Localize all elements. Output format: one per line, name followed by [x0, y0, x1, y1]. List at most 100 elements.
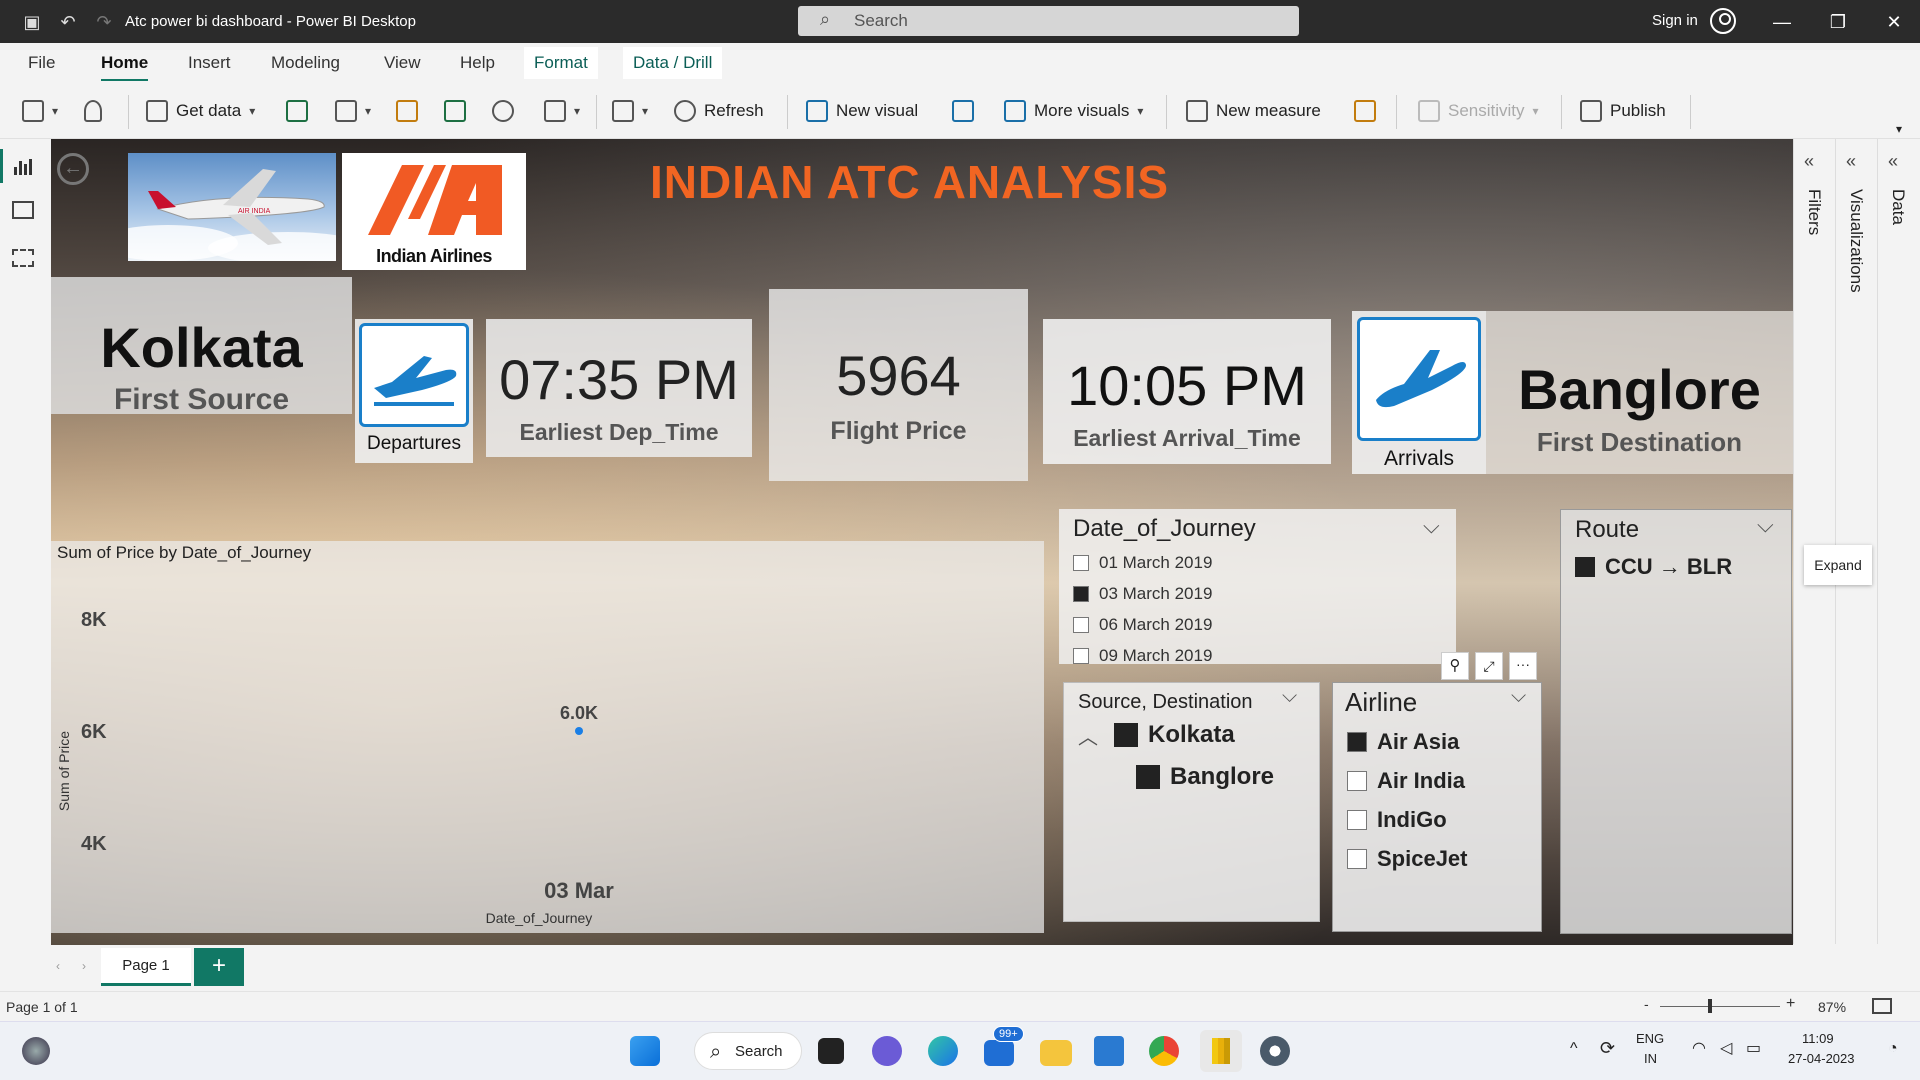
double-chevron-left-icon[interactable]: « — [1888, 151, 1898, 172]
recent-sources-button[interactable]: ▾ — [544, 97, 580, 125]
table-view-icon[interactable] — [12, 201, 34, 219]
visualizations-pane[interactable]: « Visualizations — [1835, 139, 1873, 944]
windows-start-icon[interactable] — [630, 1036, 660, 1066]
paste-button[interactable]: ▾ — [22, 97, 58, 125]
new-measure-button[interactable]: New measure — [1186, 97, 1321, 125]
chevron-up-icon[interactable]: ^ — [1570, 1040, 1578, 1058]
undo-icon[interactable]: ↶ — [56, 10, 80, 34]
airline-slicer-item[interactable]: IndiGo — [1347, 807, 1447, 833]
sign-in-link[interactable]: Sign in — [1652, 12, 1698, 29]
sync-icon[interactable]: ⟳ — [1600, 1038, 1615, 1059]
clock-time[interactable]: 11:09 — [1802, 1031, 1834, 1046]
restore-button[interactable]: ❐ — [1818, 8, 1858, 36]
vscode-icon[interactable] — [1094, 1036, 1124, 1066]
taskbar-search[interactable]: Search — [694, 1032, 802, 1071]
source-item[interactable]: Kolkata — [1114, 721, 1235, 749]
tab-insert[interactable]: Insert — [188, 53, 231, 73]
quick-measure-button[interactable] — [1354, 97, 1376, 125]
get-data-button[interactable]: Get data ▾ — [146, 97, 255, 125]
chevron-down-icon[interactable]: ⌵ — [1282, 685, 1297, 708]
filters-pane[interactable]: « Filters — [1793, 139, 1831, 944]
format-painter-button[interactable] — [84, 97, 102, 125]
save-icon[interactable]: ▣ — [20, 10, 44, 34]
publish-button[interactable]: Publish — [1580, 97, 1666, 125]
edge-icon[interactable] — [928, 1036, 958, 1066]
double-chevron-left-icon[interactable]: « — [1804, 151, 1814, 172]
price-chart[interactable]: Sum of Price by Date_of_Journey Sum of P… — [51, 541, 1044, 933]
new-visual-button[interactable]: New visual — [806, 97, 918, 125]
mail-icon[interactable] — [984, 1040, 1014, 1066]
language-code[interactable]: ENG — [1636, 1031, 1664, 1046]
checkbox-checked[interactable] — [1073, 586, 1089, 602]
chevron-down-icon[interactable]: ⌵ — [1757, 512, 1774, 538]
date-slicer-item[interactable]: 06 March 2019 — [1073, 615, 1212, 635]
wifi-icon[interactable]: ◠ — [1692, 1038, 1706, 1058]
route-slicer[interactable]: Route ⌵ CCU → BLR — [1560, 509, 1792, 934]
zoom-in-button[interactable]: + — [1786, 995, 1795, 1013]
checkbox-checked[interactable] — [1575, 557, 1595, 577]
destination-item[interactable]: Banglore — [1136, 763, 1274, 791]
task-view-icon[interactable] — [818, 1038, 844, 1064]
tab-data-drill[interactable]: Data / Drill — [623, 47, 723, 79]
enter-data-button[interactable] — [444, 97, 466, 125]
file-explorer-icon[interactable] — [1040, 1040, 1072, 1066]
chevron-right-icon[interactable]: › — [82, 959, 86, 973]
focus-mode-icon[interactable]: ⤢ — [1475, 652, 1503, 680]
user-icon[interactable] — [1710, 8, 1736, 34]
checkbox[interactable] — [1073, 555, 1089, 571]
airline-slicer-item[interactable]: SpiceJet — [1347, 846, 1468, 872]
text-box-button[interactable] — [952, 97, 974, 125]
zoom-out-button[interactable]: - — [1644, 996, 1649, 1012]
checkbox-checked[interactable] — [1347, 732, 1367, 752]
dataflow-button[interactable]: ▾ — [335, 97, 371, 125]
tab-modeling[interactable]: Modeling — [271, 53, 340, 73]
transform-data-button[interactable]: ▾ — [612, 97, 648, 125]
airline-slicer-item[interactable]: Air India — [1347, 768, 1465, 794]
weather-icon[interactable] — [22, 1037, 50, 1065]
report-view-icon[interactable] — [0, 149, 38, 183]
tab-view[interactable]: View — [384, 53, 421, 73]
date-slicer-item[interactable]: 03 March 2019 — [1073, 584, 1212, 604]
airline-slicer[interactable]: Airline ⌵ Air Asia Air India IndiGo SpiceJe… — [1332, 682, 1542, 932]
tab-format[interactable]: Format — [524, 47, 598, 79]
filter-icon[interactable]: ⚲ — [1441, 652, 1469, 680]
page-tab[interactable]: Page 1 — [101, 948, 191, 986]
data-point[interactable] — [575, 727, 583, 735]
more-options-icon[interactable]: ··· — [1509, 652, 1537, 680]
source-dest-slicer[interactable]: Source, Destination ⌵ ︿ Kolkata Banglore — [1063, 682, 1320, 922]
add-page-button[interactable]: + — [194, 948, 244, 986]
close-button[interactable]: ✕ — [1874, 8, 1914, 36]
route-item[interactable]: CCU → BLR — [1575, 554, 1732, 580]
zoom-slider-thumb[interactable] — [1708, 999, 1712, 1013]
date-slicer-item[interactable]: 09 March 2019 — [1073, 646, 1212, 664]
sensitivity-button[interactable]: Sensitivity ▾ — [1418, 97, 1539, 125]
minimize-button[interactable]: — — [1762, 8, 1802, 36]
dataverse-button[interactable] — [492, 97, 514, 125]
chevron-down-icon[interactable]: ⌵ — [1423, 513, 1440, 539]
date-slicer[interactable]: Date_of_Journey ⌵ 01 March 2019 03 March … — [1059, 509, 1456, 664]
date-slicer-item[interactable]: 01 March 2019 — [1073, 553, 1212, 573]
model-view-icon[interactable] — [12, 249, 34, 267]
airline-slicer-item[interactable]: Air Asia — [1347, 729, 1459, 755]
fit-to-page-icon[interactable] — [1872, 998, 1892, 1014]
notification-bell-icon[interactable]: ◔ — [1888, 1040, 1898, 1058]
more-visuals-button[interactable]: More visuals ▾ — [1004, 97, 1143, 125]
redo-icon[interactable]: ↷ — [92, 10, 116, 34]
sql-button[interactable] — [396, 97, 418, 125]
tab-home[interactable]: Home — [101, 53, 149, 82]
checkbox-checked[interactable] — [1114, 723, 1138, 747]
zoom-slider[interactable] — [1660, 1006, 1780, 1007]
chevron-up-icon[interactable]: ︿ — [1078, 721, 1098, 750]
battery-icon[interactable]: ▭ — [1746, 1038, 1761, 1058]
checkbox[interactable] — [1347, 771, 1367, 791]
checkbox-checked[interactable] — [1136, 765, 1160, 789]
refresh-button[interactable]: Refresh — [674, 97, 764, 125]
teams-chat-icon[interactable] — [872, 1036, 902, 1066]
settings-gear-icon[interactable] — [1260, 1036, 1290, 1066]
search-input[interactable]: ⌕ Search — [798, 6, 1299, 36]
checkbox[interactable] — [1347, 810, 1367, 830]
chevron-left-icon[interactable]: ‹ — [56, 959, 60, 973]
checkbox[interactable] — [1073, 648, 1089, 664]
chrome-icon[interactable] — [1149, 1036, 1179, 1066]
back-arrow-icon[interactable]: ← — [57, 153, 89, 185]
